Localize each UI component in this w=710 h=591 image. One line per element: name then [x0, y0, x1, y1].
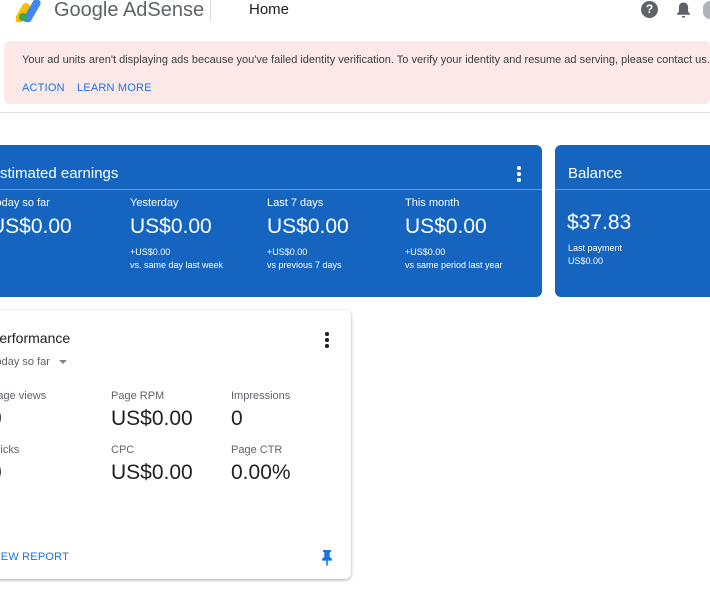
- metric-last-7-days: Last 7 days US$0.00 +US$0.00 vs previous…: [267, 197, 349, 272]
- metric-delta: +US$0.00: [130, 247, 171, 257]
- estimated-earnings-card: Estimated earnings Today so far US$0.00 …: [0, 145, 542, 297]
- metric-today-so-far: Today so far US$0.00: [0, 197, 72, 239]
- earnings-more-options-icon[interactable]: [512, 166, 526, 182]
- balance-amount: $37.83: [567, 211, 632, 234]
- metric-comparison: vs same period last year: [405, 260, 503, 270]
- metric-value: 0: [0, 461, 19, 485]
- earnings-card-divider: [0, 189, 542, 190]
- metric-delta: +US$0.00: [405, 247, 446, 257]
- performance-card-title: Performance: [0, 330, 71, 346]
- metric-label: This month: [405, 197, 460, 209]
- balance-card-divider: [555, 189, 710, 190]
- metric-value: 0: [0, 407, 46, 431]
- alert-message: Your ad units aren't displaying ads beca…: [22, 54, 710, 66]
- section-divider: [0, 112, 710, 113]
- period-dropdown[interactable]: Today so far: [0, 356, 67, 368]
- balance-card-title: Balance: [568, 165, 623, 182]
- metric-label: Clicks: [0, 444, 20, 456]
- view-report-button[interactable]: VIEW REPORT: [0, 551, 69, 563]
- notifications-bell-icon[interactable]: [675, 1, 692, 19]
- metric-value: US$0.00: [0, 215, 72, 238]
- last-payment-label: Last payment: [568, 243, 623, 253]
- perf-metric-cpc: CPC US$0.00: [111, 444, 193, 485]
- metric-value: 0.00%: [231, 461, 291, 484]
- balance-card[interactable]: Balance $37.83 Last payment US$0.00: [555, 145, 710, 297]
- metric-value: US$0.00: [111, 407, 193, 430]
- adsense-logo-icon[interactable]: [16, 0, 46, 22]
- metric-label: Impressions: [231, 390, 291, 402]
- page-title: Home: [249, 1, 290, 18]
- action-button[interactable]: ACTION: [22, 82, 65, 94]
- account-avatar[interactable]: [703, 1, 710, 19]
- metric-delta: +US$0.00: [267, 247, 308, 257]
- top-app-bar: Google AdSense Home ?: [0, 0, 710, 32]
- perf-metric-page-ctr: Page CTR 0.00%: [231, 444, 291, 485]
- metric-value: US$0.00: [267, 215, 349, 238]
- period-dropdown-value: Today so far: [0, 356, 50, 368]
- verification-alert-banner: Your ad units aren't displaying ads beca…: [4, 41, 710, 104]
- metric-this-month: This month US$0.00 +US$0.00 vs same peri…: [405, 197, 503, 272]
- performance-more-options-icon[interactable]: [320, 332, 334, 348]
- metric-value: 0: [231, 407, 243, 430]
- earnings-card-title: Estimated earnings: [0, 165, 119, 182]
- metric-label: Last 7 days: [267, 197, 324, 209]
- metric-value: US$0.00: [130, 215, 212, 238]
- help-icon[interactable]: ?: [641, 1, 658, 18]
- chevron-down-icon: [58, 360, 67, 365]
- metric-label: Page RPM: [111, 390, 165, 402]
- metric-label: Page views: [0, 390, 47, 402]
- learn-more-button[interactable]: LEARN MORE: [77, 82, 152, 94]
- metric-label: CPC: [111, 444, 135, 456]
- metric-label: Today so far: [0, 197, 50, 209]
- metric-label: Page CTR: [231, 444, 283, 456]
- perf-metric-page-rpm: Page RPM US$0.00: [111, 390, 193, 431]
- header-divider: [210, 0, 211, 22]
- performance-card: Performance Today so far Page views 0 Pa…: [0, 310, 351, 579]
- metric-label: Yesterday: [130, 197, 179, 209]
- metric-value: US$0.00: [111, 461, 193, 484]
- metric-value: US$0.00: [405, 215, 487, 238]
- metric-yesterday: Yesterday US$0.00 +US$0.00 vs. same day …: [130, 197, 223, 272]
- pin-icon[interactable]: [320, 549, 334, 566]
- metric-comparison: vs. same day last week: [130, 260, 224, 270]
- brand-name: Google AdSense: [54, 0, 205, 21]
- metric-comparison: vs previous 7 days: [267, 260, 342, 270]
- perf-metric-clicks: Clicks 0: [0, 444, 19, 485]
- perf-metric-page-views: Page views 0: [0, 390, 46, 431]
- last-payment-value: US$0.00: [568, 256, 604, 266]
- perf-metric-impressions: Impressions 0: [231, 390, 290, 431]
